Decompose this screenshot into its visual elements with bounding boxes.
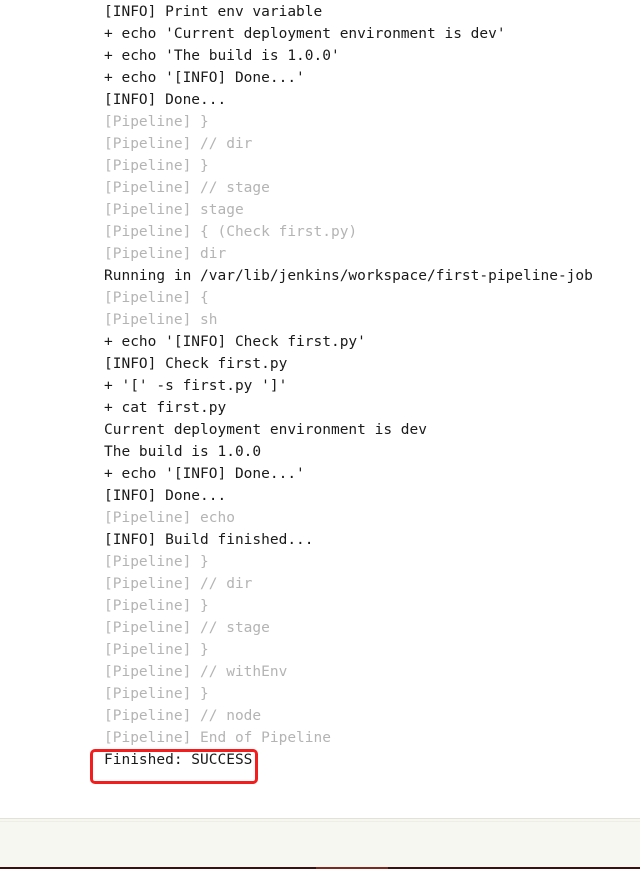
log-line: [INFO] Check first.py — [104, 356, 288, 372]
log-line: + '[' -s first.py ']' — [104, 378, 288, 394]
log-line: [Pipeline] echo — [104, 510, 235, 526]
log-line: [Pipeline] { (Check first.py) — [104, 224, 358, 240]
log-line: [INFO] Print env variable — [104, 4, 323, 20]
log-line: [Pipeline] // dir — [104, 576, 253, 592]
log-line: [Pipeline] // withEnv — [104, 664, 288, 680]
log-line-list: [INFO] Print env variable + echo 'Current… — [0, 1, 640, 771]
log-line: [INFO] Done... — [104, 92, 227, 108]
log-line: Running in /var/lib/jenkins/workspace/fi… — [104, 268, 593, 284]
log-line: [Pipeline] } — [104, 554, 209, 570]
log-line: [Pipeline] dir — [104, 246, 227, 262]
log-line: [Pipeline] stage — [104, 202, 244, 218]
log-line: [Pipeline] sh — [104, 312, 218, 328]
log-line: [INFO] Build finished... — [104, 532, 314, 548]
log-line: [Pipeline] // stage — [104, 180, 270, 196]
log-line: [Pipeline] // dir — [104, 136, 253, 152]
log-line: [Pipeline] // stage — [104, 620, 270, 636]
log-line: + echo 'Current deployment environment i… — [104, 26, 506, 42]
log-line: + echo '[INFO] Done...' — [104, 70, 305, 86]
console-output-log[interactable]: [INFO] Print env variable + echo 'Current… — [0, 0, 640, 818]
log-line: Finished: SUCCESS — [104, 752, 253, 768]
log-line: [INFO] Done... — [104, 488, 227, 504]
log-line: [Pipeline] } — [104, 598, 209, 614]
log-line: + echo '[INFO] Check first.py' — [104, 334, 366, 350]
log-line: + echo '[INFO] Done...' — [104, 466, 305, 482]
log-line: [Pipeline] // node — [104, 708, 262, 724]
log-line: [Pipeline] { — [104, 290, 209, 306]
footer-divider — [0, 821, 640, 822]
log-line: + cat first.py — [104, 400, 227, 416]
log-line: [Pipeline] } — [104, 642, 209, 658]
log-line: [Pipeline] } — [104, 686, 209, 702]
log-line: [Pipeline] } — [104, 114, 209, 130]
log-line: Current deployment environment is dev — [104, 422, 428, 438]
log-line: + echo 'The build is 1.0.0' — [104, 48, 340, 64]
page-footer — [0, 818, 640, 869]
log-line: [Pipeline] End of Pipeline — [104, 730, 331, 746]
log-line: The build is 1.0.0 — [104, 444, 262, 460]
log-line: [Pipeline] } — [104, 158, 209, 174]
